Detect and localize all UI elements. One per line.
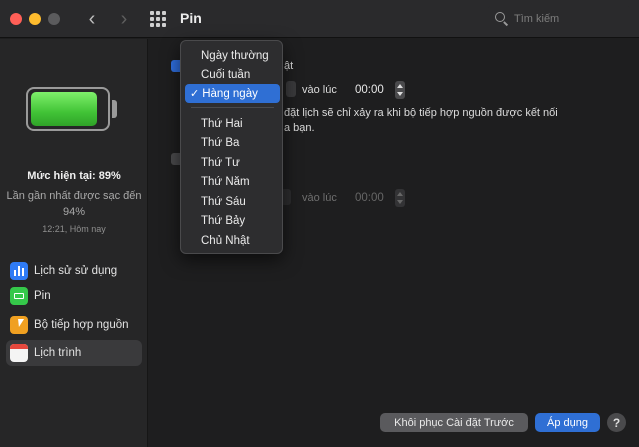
- menu-item-monday[interactable]: Thứ Hai: [185, 114, 280, 133]
- show-all-grid-icon[interactable]: [150, 11, 166, 27]
- search-input[interactable]: [514, 12, 624, 25]
- forward-button[interactable]: ›: [112, 7, 136, 31]
- minimize-window-button[interactable]: [29, 13, 41, 25]
- chevron-left-icon: ‹: [88, 8, 96, 30]
- window-title: Pin: [180, 10, 202, 26]
- sidebar-item-power-adapter[interactable]: Bộ tiếp hợp nguồn: [6, 312, 142, 338]
- menu-item-saturday[interactable]: Thứ Bảy: [185, 211, 280, 230]
- battery-terminal: [112, 100, 117, 118]
- battery-level-fill: [31, 92, 97, 126]
- sidebar-item-label: Pin: [34, 290, 51, 302]
- checkmark-icon: ✓: [190, 88, 200, 100]
- title-bar: ‹ › Pin: [0, 0, 639, 38]
- current-level-text: Mức hiện tại: 89%: [27, 170, 121, 182]
- last-charged-text: Lần gần nhất được sạc đến 94%: [6, 190, 142, 218]
- sidebar: Mức hiện tại: 89% Lần gần nhất được sạc …: [0, 39, 148, 447]
- battery-icon: [26, 87, 110, 131]
- back-button[interactable]: ‹: [80, 7, 104, 31]
- sidebar-item-label: Lịch trình: [34, 347, 82, 359]
- zoom-window-button[interactable]: [48, 13, 60, 25]
- sidebar-item-battery[interactable]: Pin: [6, 283, 142, 309]
- startup-time-stepper[interactable]: [395, 81, 405, 99]
- day-frequency-menu: Ngày thường Cuối tuần ✓ Hàng ngày Thứ Ha…: [180, 40, 283, 254]
- menu-item-weekends[interactable]: Cuối tuần: [185, 65, 280, 84]
- power-adapter-icon: [10, 316, 28, 334]
- at-time-label-disabled: vào lúc: [302, 192, 337, 204]
- sidebar-item-label: Bộ tiếp hợp nguồn: [34, 319, 129, 331]
- restore-defaults-button[interactable]: Khôi phục Cài đặt Trước: [380, 413, 528, 432]
- menu-item-every-day[interactable]: ✓ Hàng ngày: [185, 84, 280, 103]
- sidebar-item-usage-history[interactable]: Lịch sử sử dụng: [6, 258, 142, 284]
- sleep-time-stepper[interactable]: [395, 189, 405, 207]
- help-button[interactable]: ?: [607, 413, 626, 432]
- menu-item-tuesday[interactable]: Thứ Ba: [185, 133, 280, 152]
- schedule-note-line1: đặt lịch sẽ chỉ xảy ra khi bộ tiếp hợp n…: [284, 107, 558, 119]
- schedule-row1-label: ật: [284, 60, 294, 72]
- menu-item-label: Hàng ngày: [202, 87, 258, 100]
- menu-item-weekdays[interactable]: Ngày thường: [185, 46, 280, 65]
- last-charged-timestamp: 12:21, Hôm nay: [42, 224, 106, 234]
- at-time-label: vào lúc: [302, 84, 337, 96]
- sleep-time-field[interactable]: 00:00: [355, 189, 384, 207]
- schedule-note-line2: a bạn.: [284, 122, 315, 134]
- sidebar-item-schedule[interactable]: Lịch trình: [6, 340, 142, 366]
- bar-chart-icon: [10, 262, 28, 280]
- close-window-button[interactable]: [10, 13, 22, 25]
- menu-item-friday[interactable]: Thứ Sáu: [185, 192, 280, 211]
- menu-item-thursday[interactable]: Thứ Năm: [185, 172, 280, 191]
- menu-separator: [191, 107, 274, 108]
- chevron-right-icon: ›: [120, 8, 128, 30]
- battery-icon: [10, 287, 28, 305]
- sidebar-item-label: Lịch sử sử dụng: [34, 265, 118, 277]
- calendar-icon: [10, 344, 28, 362]
- menu-item-wednesday[interactable]: Thứ Tư: [185, 153, 280, 172]
- search-icon: [495, 11, 509, 26]
- search-field[interactable]: [486, 6, 632, 31]
- startup-time-field[interactable]: 00:00: [355, 81, 384, 99]
- menu-item-sunday[interactable]: Chủ Nhật: [185, 231, 280, 250]
- apply-button[interactable]: Áp dụng: [535, 413, 600, 432]
- startup-action-popup[interactable]: [286, 81, 296, 97]
